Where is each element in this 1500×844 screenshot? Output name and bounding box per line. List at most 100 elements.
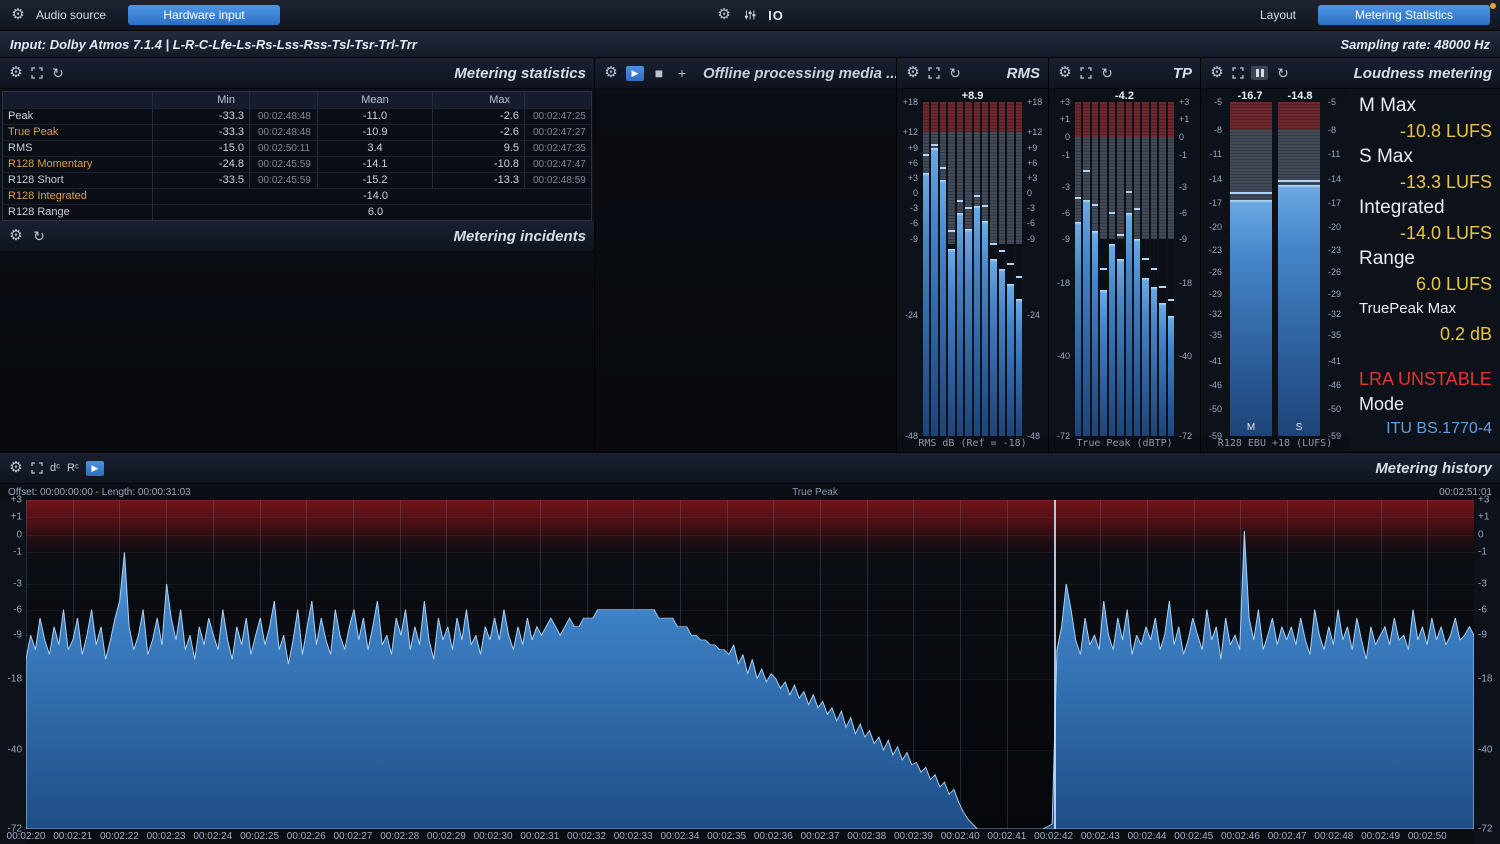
stat-cell-time: 00:02:48:59 — [525, 173, 591, 188]
loudness-stat-value: 0.2 dB — [1359, 321, 1492, 347]
offline-panel-title: Offline processing media ... — [703, 65, 896, 82]
history-ytick-label: -6 — [1478, 604, 1487, 615]
time-axis-label: 00:02:27 — [333, 831, 372, 842]
history-panel-title: Metering history — [1375, 460, 1492, 477]
header-cell-max: Max — [433, 92, 525, 108]
stat-cell-rlabel: R128 Range — [3, 205, 153, 220]
gear-icon[interactable]: ⚙ — [905, 66, 921, 80]
refresh-icon[interactable]: ↻ — [31, 229, 47, 243]
layout-button[interactable]: Layout — [1260, 8, 1296, 22]
history-ytick-label: -18 — [1478, 673, 1492, 684]
history-ytick-label: -9 — [1478, 630, 1487, 641]
incidents-panel-title: Metering incidents — [453, 228, 586, 245]
s-readout-value: -14.8 — [1275, 90, 1325, 102]
stat-cell-rlabel: RMS — [3, 141, 153, 156]
io-routing-icon[interactable]: IO — [768, 8, 784, 23]
scale-tick-label: +12 — [1027, 127, 1042, 137]
meter-channel — [923, 102, 929, 436]
table-row[interactable]: True Peak-33.300:02:48:48-10.9-2.600:02:… — [3, 125, 591, 141]
meter-channel — [1109, 102, 1115, 436]
scale-tick-label: -5 — [1328, 97, 1336, 107]
pause-button[interactable] — [1251, 66, 1268, 80]
meter-channel — [1168, 102, 1174, 436]
header-cell-min: Min — [153, 92, 250, 108]
table-row[interactable]: RMS-15.000:02:50:113.49.500:02:47:35 — [3, 141, 591, 157]
time-axis-label: 00:02:25 — [240, 831, 279, 842]
header-cell-empty — [525, 92, 591, 108]
loudness-scale-right: -5-8-11-14-17-20-23-26-29-32-35-41-46-50… — [1325, 102, 1349, 436]
expand-brackets-icon[interactable] — [928, 67, 940, 79]
gear-icon[interactable]: ⚙ — [8, 461, 24, 475]
meter-channel — [965, 102, 971, 436]
expand-brackets-icon[interactable] — [31, 67, 43, 79]
stat-cell-time — [525, 205, 591, 220]
loudness-stat-label: S Max — [1359, 144, 1492, 169]
history-panel-header: ⚙ dᶜ Rᶜ ▶ Metering history — [0, 453, 1500, 484]
gear-icon[interactable]: ⚙ — [8, 229, 24, 243]
meter-channel: M — [1230, 102, 1272, 436]
table-row[interactable]: R128 Short-33.500:02:45:59-15.2-13.300:0… — [3, 173, 591, 189]
history-yaxis-left: +3+10-1-3-6-9-18-40-72 — [0, 500, 26, 829]
scale-tick-label: -50 — [1328, 404, 1341, 414]
metering-statistics-button[interactable]: Metering Statistics — [1318, 5, 1490, 25]
offline-panel-header: ⚙ ▶ ■ + Offline processing media ... — [595, 58, 896, 89]
time-axis-label: 00:02:41 — [987, 831, 1026, 842]
table-row[interactable]: R128 Integrated-14.0 — [3, 189, 591, 205]
scale-tick-label: -18 — [1057, 278, 1070, 288]
meter-channel — [1007, 102, 1013, 436]
table-row[interactable]: R128 Range 6.0 — [3, 205, 591, 220]
stat-cell-time: 00:02:50:11 — [250, 141, 318, 156]
scale-tick-label: +3 — [1027, 173, 1037, 183]
history-ytick-label: -40 — [1478, 745, 1492, 756]
true-peak-waveform — [26, 500, 1474, 829]
meter-channel — [931, 102, 937, 436]
tp-panel-title: TP — [1173, 65, 1192, 82]
history-plot-area[interactable] — [26, 500, 1474, 829]
stat-cell-num: -33.3 — [153, 109, 250, 124]
time-axis-label: 00:02:30 — [474, 831, 513, 842]
expand-brackets-icon[interactable] — [1232, 67, 1244, 79]
scale-tick-label: -35 — [1209, 330, 1222, 340]
metering-history-panel: ⚙ dᶜ Rᶜ ▶ Metering history Offset: 00:00… — [0, 452, 1500, 844]
header-cell-empty — [3, 92, 153, 108]
meter-channel — [957, 102, 963, 436]
decay-mode-icon[interactable]: dᶜ — [50, 462, 60, 474]
gear-icon[interactable]: ⚙ — [8, 66, 24, 80]
reset-counters-icon[interactable]: Rᶜ — [67, 462, 79, 474]
refresh-icon[interactable]: ↻ — [1275, 66, 1291, 80]
stat-cell-num: -24.8 — [153, 157, 250, 172]
gear-icon[interactable]: ⚙ — [716, 8, 732, 22]
play-button[interactable]: ▶ — [626, 66, 644, 81]
stat-cell-time — [250, 205, 318, 220]
gear-icon[interactable]: ⚙ — [603, 66, 619, 80]
gear-icon[interactable]: ⚙ — [1057, 66, 1073, 80]
table-row[interactable]: Peak-33.300:02:48:48-11.0-2.600:02:47:25 — [3, 109, 591, 125]
statistics-panel-title: Metering statistics — [454, 65, 586, 82]
mixer-sliders-icon[interactable] — [744, 9, 756, 21]
refresh-icon[interactable]: ↻ — [947, 66, 963, 80]
expand-brackets-icon[interactable] — [1080, 67, 1092, 79]
scale-tick-label: -32 — [1209, 309, 1222, 319]
time-axis-label: 00:02:26 — [287, 831, 326, 842]
add-media-icon[interactable]: + — [674, 66, 690, 80]
stop-icon[interactable]: ■ — [651, 66, 667, 80]
meter-channel — [1100, 102, 1106, 436]
time-axis-label: 00:02:36 — [754, 831, 793, 842]
time-axis-label: 00:02:40 — [941, 831, 980, 842]
meter-channel — [1142, 102, 1148, 436]
hardware-input-button[interactable]: Hardware input — [128, 5, 280, 25]
scale-tick-label: -17 — [1209, 198, 1222, 208]
stat-cell-mean: 6.0 — [318, 205, 433, 220]
loudness-stat-label: Range — [1359, 246, 1492, 271]
scale-tick-label: -17 — [1328, 198, 1341, 208]
play-button[interactable]: ▶ — [86, 461, 104, 476]
playhead-marker[interactable] — [1054, 500, 1056, 829]
time-axis-label: 00:02:47 — [1268, 831, 1307, 842]
table-row[interactable]: R128 Momentary-24.800:02:45:59-14.1-10.8… — [3, 157, 591, 173]
refresh-icon[interactable]: ↻ — [1099, 66, 1115, 80]
gear-icon[interactable]: ⚙ — [10, 8, 26, 22]
gear-icon[interactable]: ⚙ — [1209, 66, 1225, 80]
expand-brackets-icon[interactable] — [31, 462, 43, 474]
refresh-icon[interactable]: ↻ — [50, 66, 66, 80]
loudness-stat-value: 6.0 LUFS — [1359, 271, 1492, 297]
